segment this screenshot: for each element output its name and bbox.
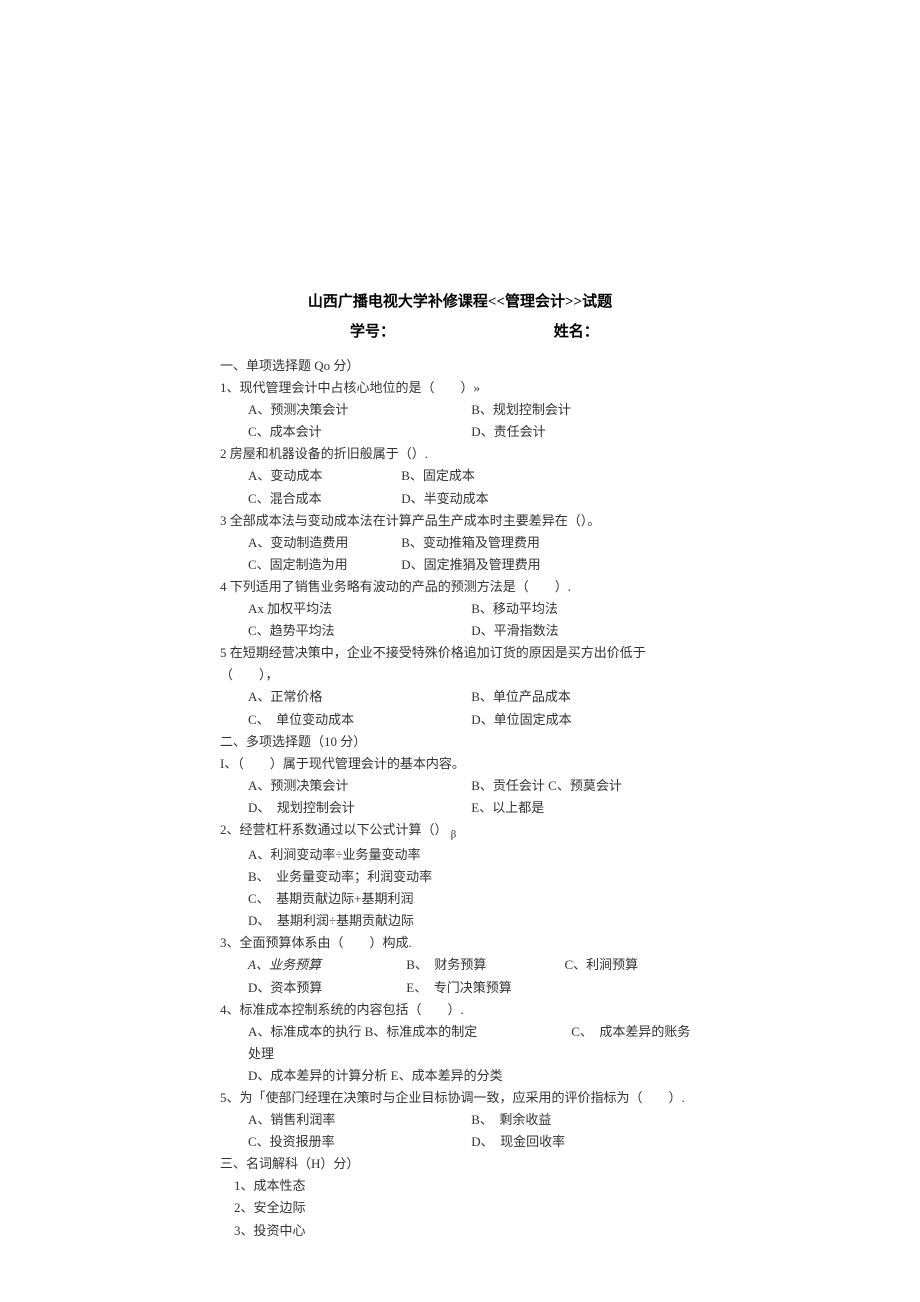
s1q3-optB: B、变动推箱及管理费用 (401, 535, 540, 550)
s2q2-optD: D、 基期利润÷基期贡献边际 (220, 910, 700, 932)
s1q3-row2: C、固定制造为用 D、固定推狷及管理费用 (220, 554, 700, 576)
s2q4-optAB: A、标准成本的执行 B、标准成本的制定 (248, 1021, 568, 1043)
s2q4-row2: D、成本差异的计算分析 E、成本差异的分类 (220, 1065, 700, 1087)
student-name-label: 姓名： (554, 324, 599, 340)
s2q2-sub: β (451, 829, 457, 841)
s1q4-optB: B、移动平均法 (471, 601, 558, 616)
s1q2-stem: 2 房屋和机器设备的折旧般属于（）. (220, 443, 700, 465)
s1q3-row1: A、变动制造费用 B、变动推箱及管理费用 (220, 532, 700, 554)
s2q3-stem: 3、全面预算体系由（ ）构成. (220, 932, 700, 954)
s1q4-optC: C、趋势平均法 (248, 620, 468, 642)
s2q1-stem: I、（ ）属于现代管理会计的基本内容。 (220, 753, 700, 775)
s2q1-optBC: B、贡任会计 C、预莫会计 (471, 778, 622, 793)
s1q3-optA: A、变动制造费用 (248, 532, 398, 554)
s2q1-optD: D、 规划控制会计 (248, 797, 468, 819)
s1q2-optB: B、固定成本 (401, 468, 475, 483)
s3-t2: 2、安全边际 (220, 1197, 700, 1219)
s2q5-row1: A、销售利润率 B、 剩余收益 (220, 1109, 700, 1131)
s3-t1: 1、成本性态 (220, 1175, 700, 1197)
s1q4-optA: Ax 加权平均法 (248, 598, 468, 620)
s2q4-stem: 4、标准成本控制系统的内容包括（ ）. (220, 999, 700, 1021)
s1q5-optD: D、单位固定成本 (471, 712, 571, 727)
s2q2-stem: 2、经营杠杆系数通过以下公式计算（） β (220, 819, 700, 844)
s2q5-row2: C、投资报册率 D、 现金回收率 (220, 1131, 700, 1153)
s1q5-stem: 5 在短期经营决策中，企业不接受特殊价格追加订货的原因是买方出价低于（ ）， (220, 642, 700, 686)
student-id-label: 学号： (350, 320, 550, 346)
s1q3-optD: D、固定推狷及管理费用 (401, 557, 540, 572)
s2q1-row2: D、 规划控制会计 E、以上都是 (220, 797, 700, 819)
s2q3-optD: D、资本预算 (248, 977, 403, 999)
s1q3-optC: C、固定制造为用 (248, 554, 398, 576)
s1q5-optB: B、单位产品成本 (471, 689, 571, 704)
s1q4-row2: C、趋势平均法 D、平滑指数法 (220, 620, 700, 642)
s2q4-optDE: D、成本差异的计算分析 E、成本差异的分类 (248, 1068, 503, 1083)
s1q4-row1: Ax 加权平均法 B、移动平均法 (220, 598, 700, 620)
s1q2-row2: C、混合成本 D、半变动成本 (220, 488, 700, 510)
s1q4-optD: D、平滑指数法 (471, 623, 558, 638)
s2q1-optA: A、预测决策会计 (248, 775, 468, 797)
s2q3-row1: A、业务预算 B、 财务预算 C、利涧预算 (220, 954, 700, 976)
student-fields: 学号： 姓名： (220, 320, 700, 346)
s2q5-optA: A、销售利润率 (248, 1109, 468, 1131)
s2q5-stem: 5、为「使部门经理在决策时与企业目标协调一致，应采用的评价指标为（ ）. (220, 1087, 700, 1109)
s1q1-optD: D、责任会计 (471, 424, 545, 439)
section3-heading: 三、名词解科（H）分） (220, 1153, 700, 1175)
s2q3-optB: B、 财务预算 (406, 954, 561, 976)
section1-heading: 一、单项选择题 Qo 分） (220, 355, 700, 377)
s1q1-optB: B、规划控制会计 (471, 402, 571, 417)
s1q2-optC: C、混合成本 (248, 488, 398, 510)
s1q2-optD: D、半变动成本 (401, 491, 488, 506)
s3-t3: 3、投资中心 (220, 1220, 700, 1242)
s1q5-row2: C、 单位变动成本 D、单位固定成本 (220, 709, 700, 731)
s1q5-optA: A、正常价格 (248, 686, 468, 708)
s2q2-optA: A、利涧变动率÷业务量变动率 (220, 844, 700, 866)
s1q1-optC: C、成本会计 (248, 421, 468, 443)
s2q5-optD: D、 现金回收率 (471, 1134, 565, 1149)
s1q2-optA: A、变动成本 (248, 465, 398, 487)
s2q3-optC: C、利涧预算 (565, 957, 639, 972)
s2q3-optA: A、业务预算 (248, 954, 403, 976)
s2q5-optB: B、 剩余收益 (471, 1112, 551, 1127)
exam-page: 山西广播电视大学补修课程<<管理会计>>试题 学号： 姓名： 一、单项选择题 Q… (0, 0, 920, 1302)
s1q1-optA: A、预测决策会计 (248, 399, 468, 421)
page-title: 山西广播电视大学补修课程<<管理会计>>试题 (220, 290, 700, 316)
s2q1-optE: E、以上都是 (471, 800, 544, 815)
s1q4-stem: 4 下列适用了销售业务略有波动的产品的预测方法是（ ）. (220, 576, 700, 598)
s2q1-row1: A、预测决策会计 B、贡任会计 C、预莫会计 (220, 775, 700, 797)
s2q4-row1: A、标准成本的执行 B、标准成本的制定 C、 成本差异的账务处理 (220, 1021, 700, 1065)
s1q5-row1: A、正常价格 B、单位产品成本 (220, 686, 700, 708)
s2q3-optE: E、 专门决策预算 (406, 980, 511, 995)
s2q5-optC: C、投资报册率 (248, 1131, 468, 1153)
s2q2-optB: B、 业务量变动率；利润变动率 (220, 866, 700, 888)
s2q3-row2: D、资本预算 E、 专门决策预算 (220, 977, 700, 999)
s1q3-stem: 3 全部成本法与变动成本法在计算产品生产成本时主要差异在（）。 (220, 510, 700, 532)
s1q5-optC: C、 单位变动成本 (248, 709, 468, 731)
s2q2-stem-text: 2、经营杠杆系数通过以下公式计算（） (220, 822, 448, 837)
s1q1-row2: C、成本会计 D、责任会计 (220, 421, 700, 443)
s2q2-optC: C、 基期贡献边际+基期利润 (220, 888, 700, 910)
section2-heading: 二、多项选择题（10 分） (220, 731, 700, 753)
s1q1-row1: A、预测决策会计 B、规划控制会计 (220, 399, 700, 421)
s1q2-row1: A、变动成本 B、固定成本 (220, 465, 700, 487)
s1q1-stem: 1、现代管理会计中占核心地位的是（ ）» (220, 377, 700, 399)
